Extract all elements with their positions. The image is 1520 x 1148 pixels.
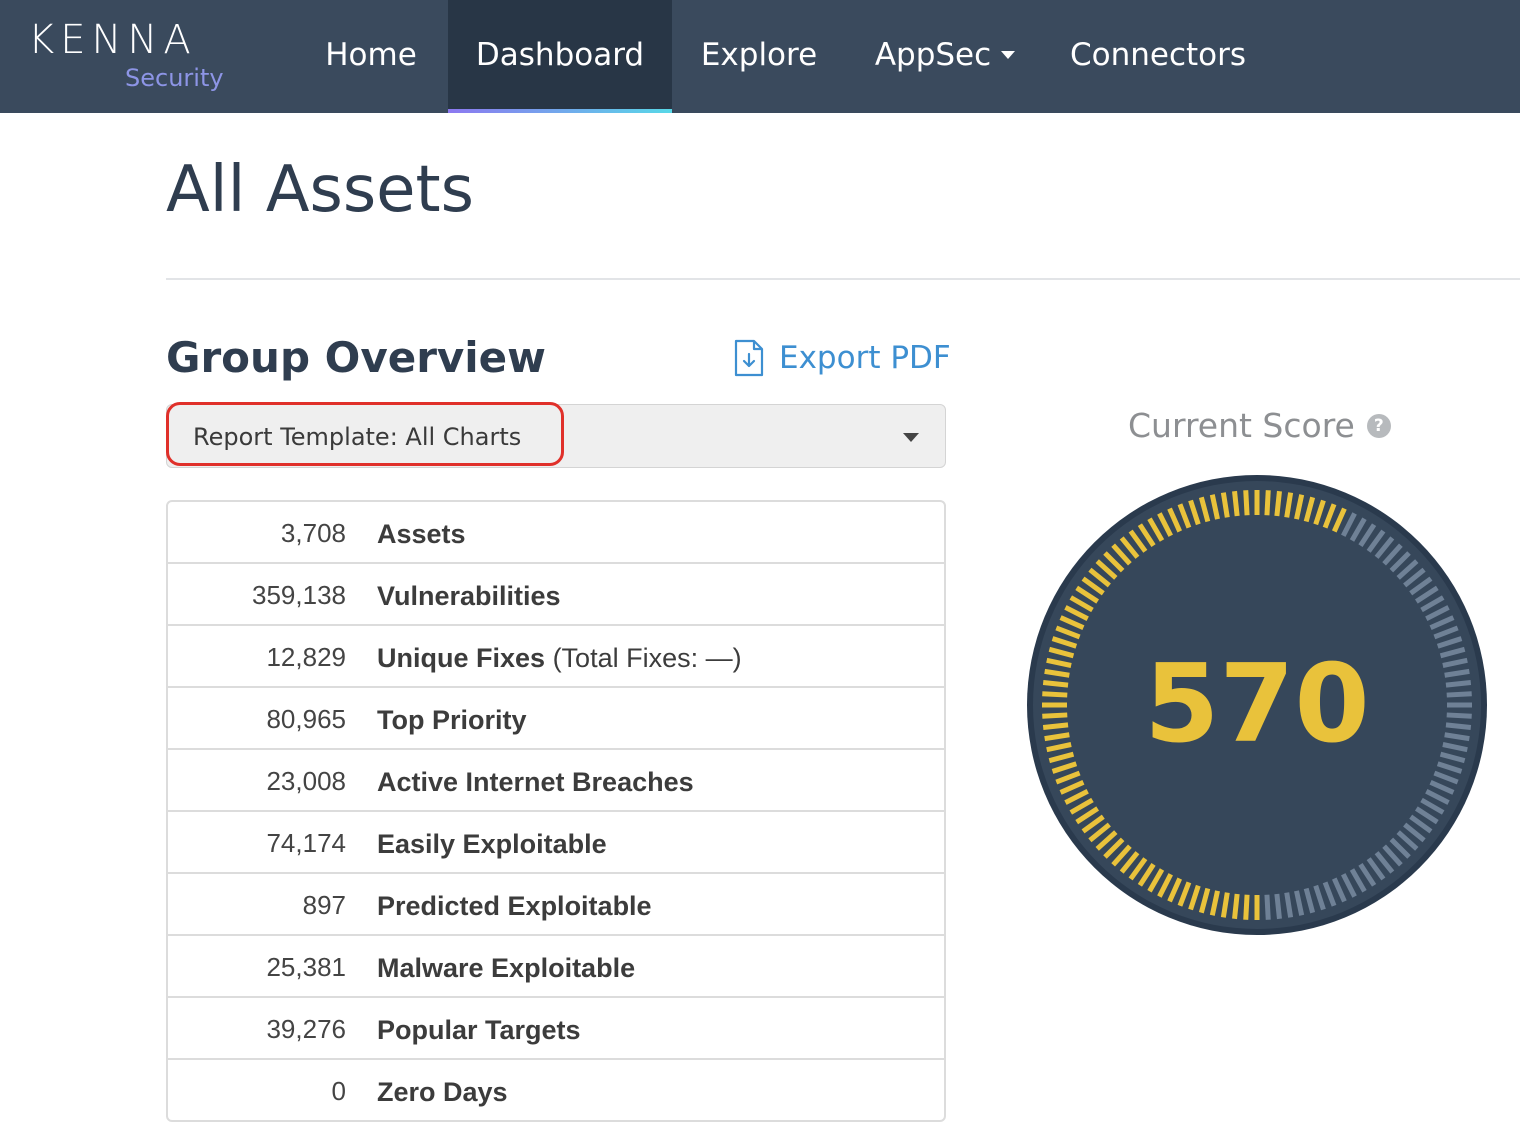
top-navigation: KENNA Security Home Dashboard Explore Ap… <box>0 0 1520 113</box>
nav-home[interactable]: Home <box>306 0 436 113</box>
divider <box>166 278 1520 280</box>
stat-value: 3,708 <box>280 518 346 548</box>
stat-value: 25,381 <box>266 952 346 982</box>
nav-dashboard[interactable]: Dashboard <box>448 0 672 113</box>
stat-label: Assets <box>377 519 466 549</box>
export-pdf-button[interactable]: Export PDF <box>733 336 951 380</box>
stat-value: 80,965 <box>266 704 346 734</box>
section-title: Group Overview <box>166 333 546 382</box>
nav-appsec-dropdown[interactable]: AppSec <box>858 0 1032 113</box>
nav-dashboard-label: Dashboard <box>475 37 645 73</box>
stat-row[interactable]: 23,008 Active Internet Breaches <box>168 750 944 812</box>
current-score-heading: Current Score ? <box>1128 404 1391 448</box>
stat-row[interactable]: 25,381 Malware Exploitable <box>168 936 944 998</box>
current-score-label: Current Score <box>1128 406 1355 445</box>
report-template-select[interactable]: Report Template: All Charts <box>166 404 946 468</box>
stat-row[interactable]: 897 Predicted Exploitable <box>168 874 944 936</box>
stat-row[interactable]: 74,174 Easily Exploitable <box>168 812 944 874</box>
nav-home-label: Home <box>325 37 417 73</box>
stat-label: Top Priority <box>377 705 527 735</box>
stat-row[interactable]: 3,708 Assets <box>168 502 944 564</box>
logo-subtitle: Security <box>125 64 224 92</box>
stat-value: 39,276 <box>266 1014 346 1044</box>
total-fixes-note: (Total Fixes: —) <box>552 643 742 673</box>
export-pdf-label: Export PDF <box>779 340 951 376</box>
chevron-down-icon <box>1001 50 1016 59</box>
help-icon[interactable]: ? <box>1366 414 1391 438</box>
nav-connectors[interactable]: Connectors <box>1058 0 1258 113</box>
stat-label: Popular Targets <box>377 1015 581 1045</box>
nav-appsec-label: AppSec <box>874 37 992 73</box>
stat-value: 897 <box>302 890 346 920</box>
stat-value: 74,174 <box>266 828 346 858</box>
nav-explore[interactable]: Explore <box>684 0 834 113</box>
stat-row[interactable]: 39,276 Popular Targets <box>168 998 944 1060</box>
kenna-logo[interactable]: KENNA Security <box>28 18 238 98</box>
stat-label: Predicted Exploitable <box>377 891 652 921</box>
nav-explore-label: Explore <box>700 37 818 73</box>
stats-table: 3,708 Assets 359,138 Vulnerabilities 12,… <box>166 500 946 1122</box>
stat-row[interactable]: 80,965 Top Priority <box>168 688 944 750</box>
page-title: All Assets <box>166 153 474 227</box>
score-value: 570 <box>1144 642 1370 767</box>
stat-label: Malware Exploitable <box>377 953 636 983</box>
stat-row[interactable]: 12,829 Unique Fixes (Total Fixes: —) <box>168 626 944 688</box>
stat-label: Active Internet Breaches <box>377 767 694 797</box>
stat-label: Zero Days <box>377 1077 508 1107</box>
stat-value: 359,138 <box>252 580 346 610</box>
stat-label: Vulnerabilities <box>377 581 561 611</box>
nav-connectors-label: Connectors <box>1069 37 1247 73</box>
report-template-value: Report Template: All Charts <box>193 423 522 451</box>
logo-wordmark: KENNA <box>28 17 197 63</box>
stat-label: Easily Exploitable <box>377 829 607 859</box>
chevron-down-icon <box>903 433 919 442</box>
active-tab-indicator <box>448 109 672 113</box>
stat-row[interactable]: 0 Zero Days <box>168 1060 944 1120</box>
stat-value: 12,829 <box>266 642 346 672</box>
pdf-download-icon <box>734 339 764 377</box>
stat-label: Unique Fixes (Total Fixes: —) <box>377 643 742 673</box>
stat-value: 23,008 <box>266 766 346 796</box>
stat-row[interactable]: 359,138 Vulnerabilities <box>168 564 944 626</box>
stat-value: 0 <box>331 1076 346 1106</box>
